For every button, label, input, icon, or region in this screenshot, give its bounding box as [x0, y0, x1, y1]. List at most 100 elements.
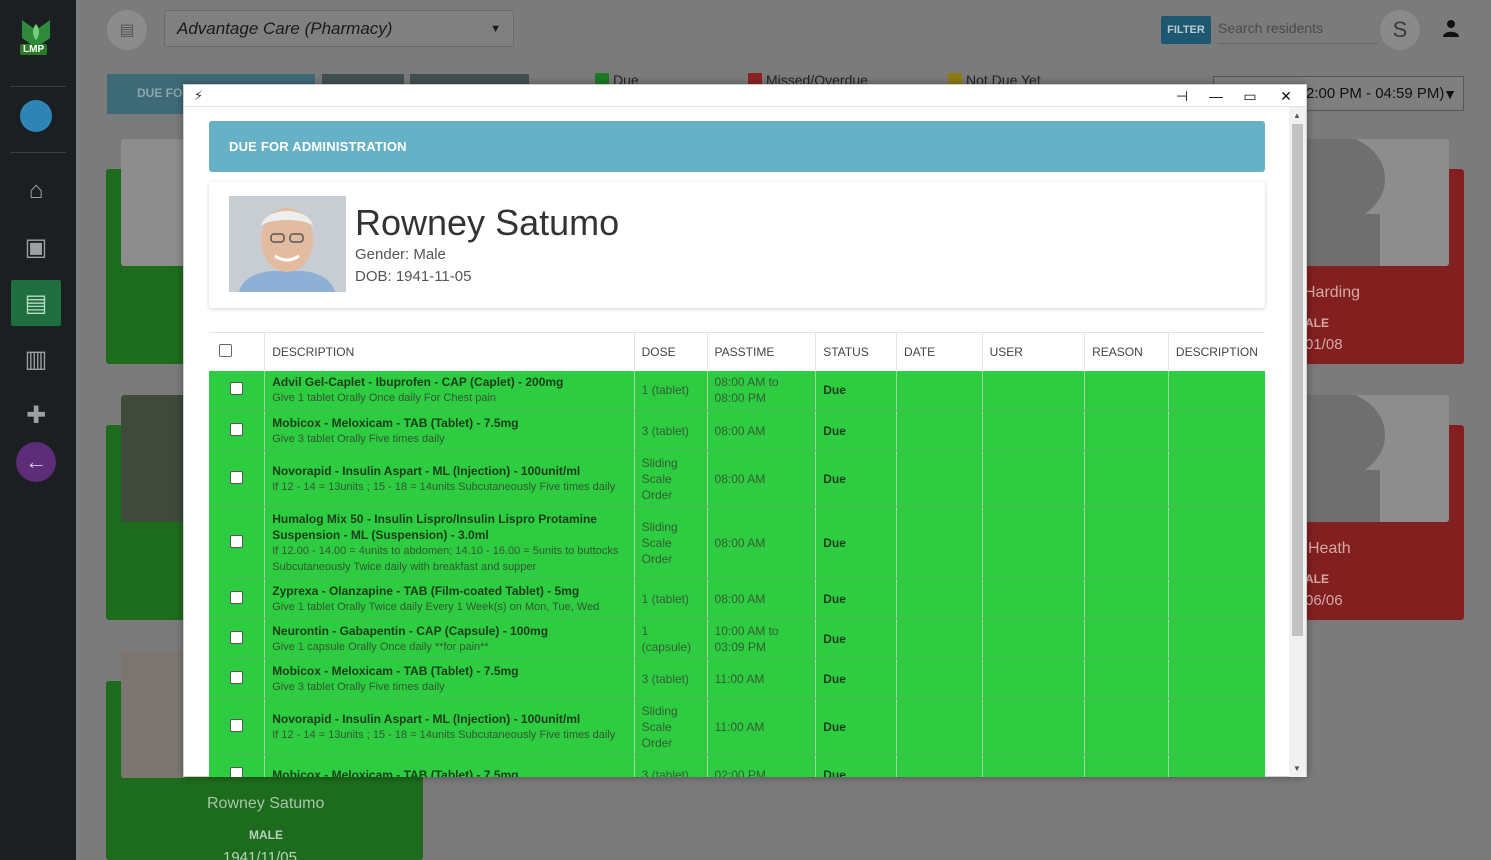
minimize-icon[interactable]: — [1204, 86, 1228, 106]
reason-cell[interactable] [1084, 618, 1169, 659]
profile-avatar-icon[interactable] [20, 100, 52, 132]
filter-button[interactable]: FILTER [1161, 16, 1211, 44]
row-select-cell[interactable] [209, 698, 265, 755]
row-select-cell[interactable] [209, 754, 265, 777]
scroll-up-icon[interactable]: ▲ [1293, 111, 1301, 120]
row-select-cell[interactable] [209, 618, 265, 659]
scroll-thumb[interactable] [1292, 124, 1303, 636]
row-checkbox[interactable] [230, 670, 244, 684]
row-checkbox[interactable] [230, 766, 244, 777]
notes-cell[interactable] [1167, 698, 1265, 755]
row-checkbox[interactable] [230, 470, 244, 484]
row-select-cell[interactable] [209, 658, 265, 699]
sidebar: LMP ⌂ ▣ ▤ ▥ ✚ ← [0, 0, 76, 860]
user-avatar[interactable]: S [1380, 10, 1420, 50]
user-cell[interactable] [981, 578, 1085, 619]
column-header[interactable]: REASON [1084, 332, 1169, 371]
date-cell[interactable] [896, 754, 983, 777]
select-all-cell[interactable] [209, 332, 265, 371]
dialog-titlebar[interactable]: ⚡ ⊣ — ▭ ✕ [184, 85, 1306, 107]
medication-row[interactable]: Humalog Mix 50 - Insulin Lispro/Insulin … [209, 506, 1265, 579]
row-checkbox[interactable] [230, 422, 244, 436]
menu-toggle-button[interactable]: ▤ [107, 10, 147, 50]
user-cell[interactable] [981, 754, 1085, 777]
row-checkbox[interactable] [230, 590, 244, 604]
row-checkbox[interactable] [230, 718, 244, 732]
medication-row[interactable]: Zyprexa - Olanzapine - TAB (Film-coated … [209, 578, 1265, 619]
medication-row[interactable]: Mobicox - Meloxicam - TAB (Tablet) - 7.5… [209, 410, 1265, 451]
column-header[interactable]: DATE [896, 332, 983, 371]
row-select-cell[interactable] [209, 410, 265, 451]
row-select-cell[interactable] [209, 578, 265, 619]
reason-cell[interactable] [1084, 410, 1169, 451]
medication-row[interactable]: Mobicox - Meloxicam - TAB (Tablet) - 7.5… [209, 658, 1265, 699]
reason-cell[interactable] [1084, 658, 1169, 699]
medication-row[interactable]: Advil Gel-Caplet - Ibuprofen - CAP (Capl… [209, 370, 1265, 411]
user-cell[interactable] [981, 658, 1085, 699]
notes-cell[interactable] [1167, 658, 1265, 699]
date-cell[interactable] [896, 450, 983, 507]
maximize-icon[interactable]: ▭ [1238, 86, 1262, 106]
account-icon[interactable] [1442, 18, 1460, 38]
column-header[interactable]: DESCRIPTION [264, 332, 635, 371]
date-cell[interactable] [896, 410, 983, 451]
notes-cell[interactable] [1167, 410, 1265, 451]
date-cell[interactable] [896, 698, 983, 755]
status-cell: Due [815, 698, 897, 755]
notes-cell[interactable] [1167, 450, 1265, 507]
notes-cell[interactable] [1167, 618, 1265, 659]
select-all-checkbox[interactable] [219, 343, 232, 357]
notes-cell[interactable] [1167, 370, 1265, 411]
column-header[interactable]: DESCRIPTION [1167, 332, 1265, 371]
notes-cell[interactable] [1167, 578, 1265, 619]
user-cell[interactable] [981, 410, 1085, 451]
home-icon[interactable]: ⌂ [11, 168, 61, 214]
notes-cell[interactable] [1167, 754, 1265, 777]
column-header[interactable]: USER [981, 332, 1085, 371]
row-select-cell[interactable] [209, 506, 265, 579]
medication-row[interactable]: Mobicox - Meloxicam - TAB (Tablet) - 7.5… [209, 754, 1265, 777]
chevron-down-icon: ▼ [1443, 86, 1457, 102]
user-cell[interactable] [981, 618, 1085, 659]
column-header[interactable]: STATUS [815, 332, 897, 371]
column-header[interactable]: DOSE [633, 332, 708, 371]
date-cell[interactable] [896, 618, 983, 659]
date-cell[interactable] [896, 658, 983, 699]
notes-cell[interactable] [1167, 506, 1265, 579]
scroll-down-icon[interactable]: ▼ [1293, 764, 1301, 773]
user-cell[interactable] [981, 370, 1085, 411]
date-cell[interactable] [896, 506, 983, 579]
row-checkbox[interactable] [230, 534, 244, 548]
reason-cell[interactable] [1084, 754, 1169, 777]
medication-row[interactable]: Neurontin - Gabapentin - CAP (Capsule) -… [209, 618, 1265, 659]
reason-cell[interactable] [1084, 698, 1169, 755]
row-checkbox[interactable] [230, 382, 244, 396]
close-icon[interactable]: ✕ [1274, 86, 1298, 106]
reason-cell[interactable] [1084, 506, 1169, 579]
medication-row[interactable]: Novorapid - Insulin Aspart - ML (Injecti… [209, 698, 1265, 755]
dialog-scrollbar[interactable]: ▲ ▼ [1289, 107, 1306, 777]
pin-icon[interactable]: ⊣ [1170, 86, 1194, 106]
user-cell[interactable] [981, 698, 1085, 755]
clipboard-icon[interactable]: ▤ [11, 280, 61, 326]
table-header-row: DESCRIPTION DOSE PASSTIME STATUS DATE US… [209, 332, 1265, 371]
add-user-icon[interactable]: ✚ [11, 392, 61, 438]
administration-dialog: ⚡ ⊣ — ▭ ✕ DUE FOR ADMINISTRATION Rowney … [183, 84, 1307, 777]
medication-row[interactable]: Novorapid - Insulin Aspart - ML (Injecti… [209, 450, 1265, 507]
row-select-cell[interactable] [209, 450, 265, 507]
row-select-cell[interactable] [209, 370, 265, 411]
facility-select[interactable]: Advantage Care (Pharmacy) ▼ [164, 10, 514, 47]
date-cell[interactable] [896, 370, 983, 411]
reason-cell[interactable] [1084, 578, 1169, 619]
building-icon[interactable]: ▥ [11, 336, 61, 382]
column-header[interactable]: PASSTIME [706, 332, 816, 371]
date-cell[interactable] [896, 578, 983, 619]
search-residents-input[interactable]: Search residents [1218, 16, 1378, 44]
user-cell[interactable] [981, 506, 1085, 579]
user-cell[interactable] [981, 450, 1085, 507]
reason-cell[interactable] [1084, 370, 1169, 411]
reason-cell[interactable] [1084, 450, 1169, 507]
back-arrow-icon[interactable]: ← [16, 442, 56, 482]
row-checkbox[interactable] [230, 630, 244, 644]
dashboard-icon[interactable]: ▣ [11, 224, 61, 270]
